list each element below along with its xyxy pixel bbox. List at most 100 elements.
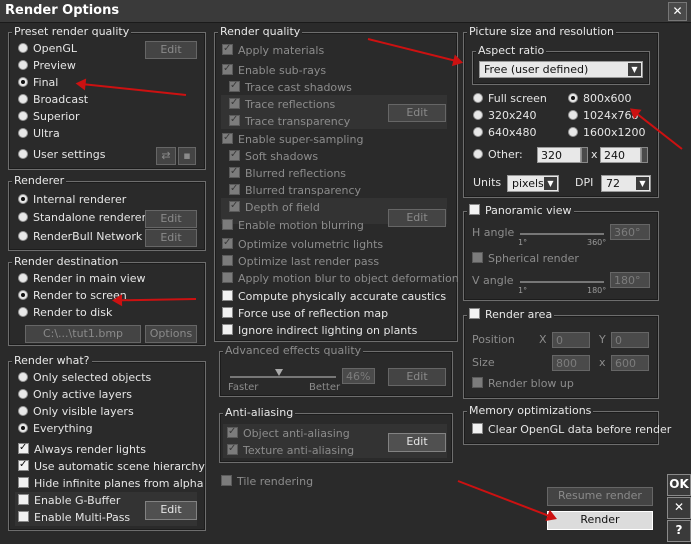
depth-of-field[interactable]: Depth of field bbox=[229, 198, 320, 216]
radio-icon bbox=[18, 149, 28, 159]
automatic-scene-hierarchy[interactable]: Use automatic scene hierarchy bbox=[18, 457, 205, 475]
trace-cast-shadows[interactable]: Trace cast shadows bbox=[229, 78, 352, 96]
render-destination-panel: Render destination Render in main view R… bbox=[8, 255, 206, 346]
checkbox-icon bbox=[18, 494, 29, 505]
size-640x480[interactable]: 640x480 bbox=[473, 125, 537, 141]
renderer-standalone[interactable]: Standalone renderer bbox=[18, 210, 146, 226]
destination-disk[interactable]: Render to disk bbox=[18, 305, 112, 321]
destination-main-view[interactable]: Render in main view bbox=[18, 271, 146, 287]
preset-ultra[interactable]: Ultra bbox=[18, 126, 60, 142]
render-visible-layers[interactable]: Only visible layers bbox=[18, 404, 134, 420]
radio-selected-icon bbox=[18, 194, 28, 204]
always-render-lights[interactable]: Always render lights bbox=[18, 440, 146, 458]
size-800x600[interactable]: 800x600 bbox=[568, 91, 632, 107]
destination-options-button[interactable]: Options bbox=[145, 325, 197, 343]
anti-aliasing-edit-button[interactable]: Edit bbox=[388, 433, 446, 452]
preset-edit-button[interactable]: Edit bbox=[145, 41, 197, 59]
blurred-reflections[interactable]: Blurred reflections bbox=[229, 164, 346, 182]
renderer-internal[interactable]: Internal renderer bbox=[18, 192, 126, 208]
render-active-layers[interactable]: Only active layers bbox=[18, 387, 132, 403]
width-spinner-icon[interactable] bbox=[581, 147, 588, 163]
destination-screen[interactable]: Render to screen bbox=[18, 288, 127, 304]
render-button[interactable]: Render bbox=[547, 511, 653, 530]
optimize-last-render-pass[interactable]: Optimize last render pass bbox=[222, 254, 379, 270]
units-select[interactable]: pixels ▼ bbox=[507, 175, 559, 192]
close-icon[interactable]: ✕ bbox=[668, 2, 687, 21]
trace-transparency[interactable]: Trace transparency bbox=[229, 112, 350, 130]
v-angle-slider[interactable] bbox=[520, 281, 604, 283]
dpi-label: DPI bbox=[575, 176, 594, 189]
area-y-input[interactable]: 0 bbox=[611, 332, 649, 348]
optimize-volumetric-lights[interactable]: Optimize volumetric lights bbox=[222, 235, 383, 253]
size-other[interactable]: Other: bbox=[473, 147, 523, 163]
preset-opengl[interactable]: OpenGL bbox=[18, 41, 77, 57]
aspect-ratio-select[interactable]: Free (user defined) ▼ bbox=[479, 61, 643, 78]
force-reflection-map[interactable]: Force use of reflection map bbox=[222, 306, 388, 322]
area-height-input[interactable]: 600 bbox=[611, 355, 649, 371]
checkbox-icon bbox=[222, 324, 233, 335]
render-everything[interactable]: Everything bbox=[18, 421, 93, 437]
area-width-input[interactable]: 800 bbox=[552, 355, 590, 371]
enable-sub-rays[interactable]: Enable sub-rays bbox=[222, 61, 326, 79]
save-preset-icon[interactable]: ▪ bbox=[178, 147, 196, 165]
tile-rendering[interactable]: Tile rendering bbox=[221, 474, 313, 490]
enable-g-buffer[interactable]: Enable G-Buffer bbox=[18, 493, 120, 509]
blurred-transparency[interactable]: Blurred transparency bbox=[229, 181, 361, 199]
ok-button[interactable]: OK bbox=[667, 474, 691, 496]
render-blow-up[interactable]: Render blow up bbox=[472, 376, 574, 392]
preset-final[interactable]: Final bbox=[18, 75, 58, 91]
area-x-input[interactable]: 0 bbox=[552, 332, 590, 348]
height-spinner-icon[interactable] bbox=[641, 147, 648, 163]
preset-broadcast[interactable]: Broadcast bbox=[18, 92, 88, 108]
standalone-edit-button[interactable]: Edit bbox=[145, 210, 197, 228]
advanced-quality-slider[interactable] bbox=[230, 376, 336, 378]
spherical-render[interactable]: Spherical render bbox=[472, 251, 579, 267]
slider-knob-icon[interactable] bbox=[274, 369, 283, 376]
trace-reflections[interactable]: Trace reflections bbox=[229, 95, 335, 113]
hide-infinite-planes[interactable]: Hide infinite planes from alpha bbox=[18, 476, 203, 492]
size-full-screen[interactable]: Full screen bbox=[473, 91, 547, 107]
enable-super-sampling[interactable]: Enable super-sampling bbox=[222, 130, 363, 148]
ignore-indirect-lighting[interactable]: Ignore indirect lighting on plants bbox=[222, 323, 417, 339]
checkbox-icon bbox=[221, 475, 232, 486]
size-320x240[interactable]: 320x240 bbox=[473, 108, 537, 124]
clear-opengl-data[interactable]: Clear OpenGL data before render bbox=[472, 422, 671, 438]
supersampling-edit-button[interactable]: Edit bbox=[388, 209, 446, 227]
radio-icon bbox=[18, 406, 28, 416]
subrays-edit-button[interactable]: Edit bbox=[388, 104, 446, 122]
render-area-toggle[interactable]: Render area bbox=[467, 308, 555, 322]
preset-preview[interactable]: Preview bbox=[18, 58, 76, 74]
v-angle-value[interactable]: 180° bbox=[610, 272, 650, 288]
enable-motion-blurring[interactable]: Enable motion blurring bbox=[222, 218, 364, 234]
radio-icon bbox=[18, 43, 28, 53]
advanced-edit-button[interactable]: Edit bbox=[388, 368, 446, 386]
custom-width-input[interactable]: 320 bbox=[537, 147, 581, 163]
size-1600x1200[interactable]: 1600x1200 bbox=[568, 125, 646, 141]
panoramic-toggle[interactable]: Panoramic view bbox=[467, 204, 574, 218]
load-preset-icon[interactable]: ⇄ bbox=[156, 147, 176, 165]
render-selected-objects[interactable]: Only selected objects bbox=[18, 370, 151, 386]
gbuffer-edit-button[interactable]: Edit bbox=[145, 501, 197, 520]
output-path-field[interactable]: C:\...\tut1.bmp bbox=[25, 325, 141, 343]
apply-materials[interactable]: Apply materials bbox=[222, 41, 324, 59]
texture-anti-aliasing[interactable]: Texture anti-aliasing bbox=[227, 441, 354, 459]
renderbull-edit-button[interactable]: Edit bbox=[145, 229, 197, 247]
soft-shadows[interactable]: Soft shadows bbox=[229, 147, 318, 165]
help-button[interactable]: ? bbox=[667, 520, 691, 542]
object-anti-aliasing[interactable]: Object anti-aliasing bbox=[227, 424, 350, 442]
custom-height-input[interactable]: 240 bbox=[600, 147, 641, 163]
compute-caustics[interactable]: Compute physically accurate caustics bbox=[222, 289, 446, 305]
enable-multi-pass[interactable]: Enable Multi-Pass bbox=[18, 510, 130, 526]
dpi-select[interactable]: 72 ▼ bbox=[601, 175, 651, 192]
faster-label: Faster bbox=[228, 382, 259, 393]
apply-motion-blur-deformation[interactable]: Apply motion blur to object deformation bbox=[222, 271, 459, 287]
renderer-renderbull[interactable]: RenderBull Network bbox=[18, 229, 142, 245]
cancel-button[interactable]: ✕ bbox=[667, 497, 691, 519]
preset-user-settings[interactable]: User settings bbox=[18, 147, 105, 163]
resume-render-button[interactable]: Resume render bbox=[547, 487, 653, 506]
radio-icon bbox=[18, 273, 28, 283]
h-angle-value[interactable]: 360° bbox=[610, 224, 650, 240]
advanced-quality-value[interactable]: 46% bbox=[342, 368, 375, 384]
preset-superior[interactable]: Superior bbox=[18, 109, 80, 125]
h-angle-slider[interactable] bbox=[520, 233, 604, 235]
